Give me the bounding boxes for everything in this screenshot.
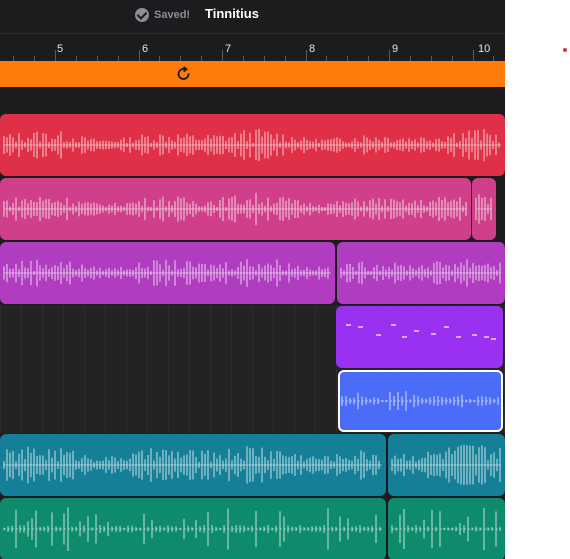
- midi-note: [414, 330, 419, 332]
- audio-region[interactable]: [388, 434, 505, 496]
- audio-region[interactable]: [338, 370, 503, 432]
- waveform: [391, 444, 501, 486]
- grid-line: [105, 369, 106, 433]
- midi-note: [391, 324, 396, 326]
- grid-line: [126, 369, 127, 433]
- project-title[interactable]: Tinnitius: [205, 6, 259, 21]
- audio-region[interactable]: [0, 434, 386, 496]
- grid-line: [210, 369, 211, 433]
- audio-region[interactable]: [0, 178, 471, 240]
- save-status: Saved!: [135, 7, 190, 23]
- cycle-region[interactable]: [0, 61, 505, 87]
- waveform: [346, 324, 496, 340]
- track-lane-3[interactable]: [0, 241, 505, 305]
- top-bar: Saved! Tinnitius: [0, 0, 505, 33]
- grid-line: [63, 305, 64, 369]
- midi-note: [444, 326, 449, 328]
- midi-region[interactable]: [336, 306, 503, 368]
- grid-line: [252, 305, 253, 369]
- ruler-bar-number: 8: [309, 43, 316, 55]
- midi-note: [346, 324, 351, 326]
- grid-line: [273, 305, 274, 369]
- ruler-bar-number: 7: [225, 43, 232, 55]
- midi-note: [376, 334, 381, 336]
- track-lane-7[interactable]: [0, 497, 505, 559]
- grid-line: [294, 369, 295, 433]
- grid-line: [42, 305, 43, 369]
- checkmark-circle-icon: [135, 8, 149, 22]
- grid-line: [273, 369, 274, 433]
- track-lane-6[interactable]: [0, 433, 505, 497]
- midi-note: [402, 336, 407, 338]
- ruler-bar-number: 5: [57, 43, 64, 55]
- grid-line: [336, 369, 337, 433]
- track-lane-4[interactable]: [0, 305, 505, 369]
- waveform: [3, 259, 331, 287]
- audio-region[interactable]: [0, 498, 386, 559]
- grid-line: [504, 369, 505, 433]
- audio-region[interactable]: [0, 114, 505, 176]
- grid-line: [231, 305, 232, 369]
- grid-line: [231, 369, 232, 433]
- grid-line: [210, 305, 211, 369]
- grid-line: [147, 305, 148, 369]
- grid-line: [21, 369, 22, 433]
- waveform: [3, 446, 382, 484]
- loop-cycle-icon[interactable]: [176, 66, 192, 82]
- waveform: [475, 194, 492, 224]
- grid-line: [42, 369, 43, 433]
- waveform: [3, 507, 382, 551]
- saved-label: Saved!: [154, 9, 191, 21]
- grid-line: [189, 305, 190, 369]
- audio-region[interactable]: [388, 498, 505, 559]
- ruler-bar-number: 6: [142, 43, 149, 55]
- grid-line: [252, 369, 253, 433]
- grid-line: [21, 305, 22, 369]
- grid-line: [63, 369, 64, 433]
- track-lane-1[interactable]: [0, 113, 505, 177]
- grid-line: [84, 369, 85, 433]
- midi-note: [472, 334, 477, 336]
- grid-line: [0, 369, 1, 433]
- midi-note: [358, 326, 363, 328]
- grid-line: [315, 369, 316, 433]
- grid-line: [189, 369, 190, 433]
- grid-line: [126, 305, 127, 369]
- waveform: [340, 259, 501, 287]
- waveform: [3, 192, 467, 226]
- audio-region[interactable]: [337, 242, 505, 304]
- ruler-bar-number: 10: [478, 43, 491, 55]
- tracks-area: [0, 87, 505, 559]
- grid-line: [168, 369, 169, 433]
- midi-note: [431, 333, 436, 335]
- side-marker: [563, 48, 567, 52]
- grid-line: [84, 305, 85, 369]
- audio-region[interactable]: [472, 178, 496, 240]
- waveform: [3, 129, 501, 161]
- grid-line: [105, 305, 106, 369]
- midi-note: [484, 336, 489, 338]
- audio-region[interactable]: [0, 242, 335, 304]
- track-lane-2[interactable]: [0, 177, 505, 241]
- grid-line: [504, 305, 505, 369]
- midi-note: [456, 336, 461, 338]
- waveform: [341, 391, 499, 411]
- midi-note: [491, 338, 496, 340]
- grid-line: [0, 305, 1, 369]
- track-lane-5[interactable]: [0, 369, 505, 433]
- daw-window: Saved! Tinnitius 5 6 7 8 9 10: [0, 0, 505, 559]
- grid-line: [168, 305, 169, 369]
- ruler-bar-number: 9: [392, 43, 399, 55]
- grid-line: [315, 305, 316, 369]
- grid-line: [147, 369, 148, 433]
- grid-line: [294, 305, 295, 369]
- waveform: [391, 508, 501, 550]
- timeline-ruler[interactable]: 5 6 7 8 9 10: [0, 33, 505, 62]
